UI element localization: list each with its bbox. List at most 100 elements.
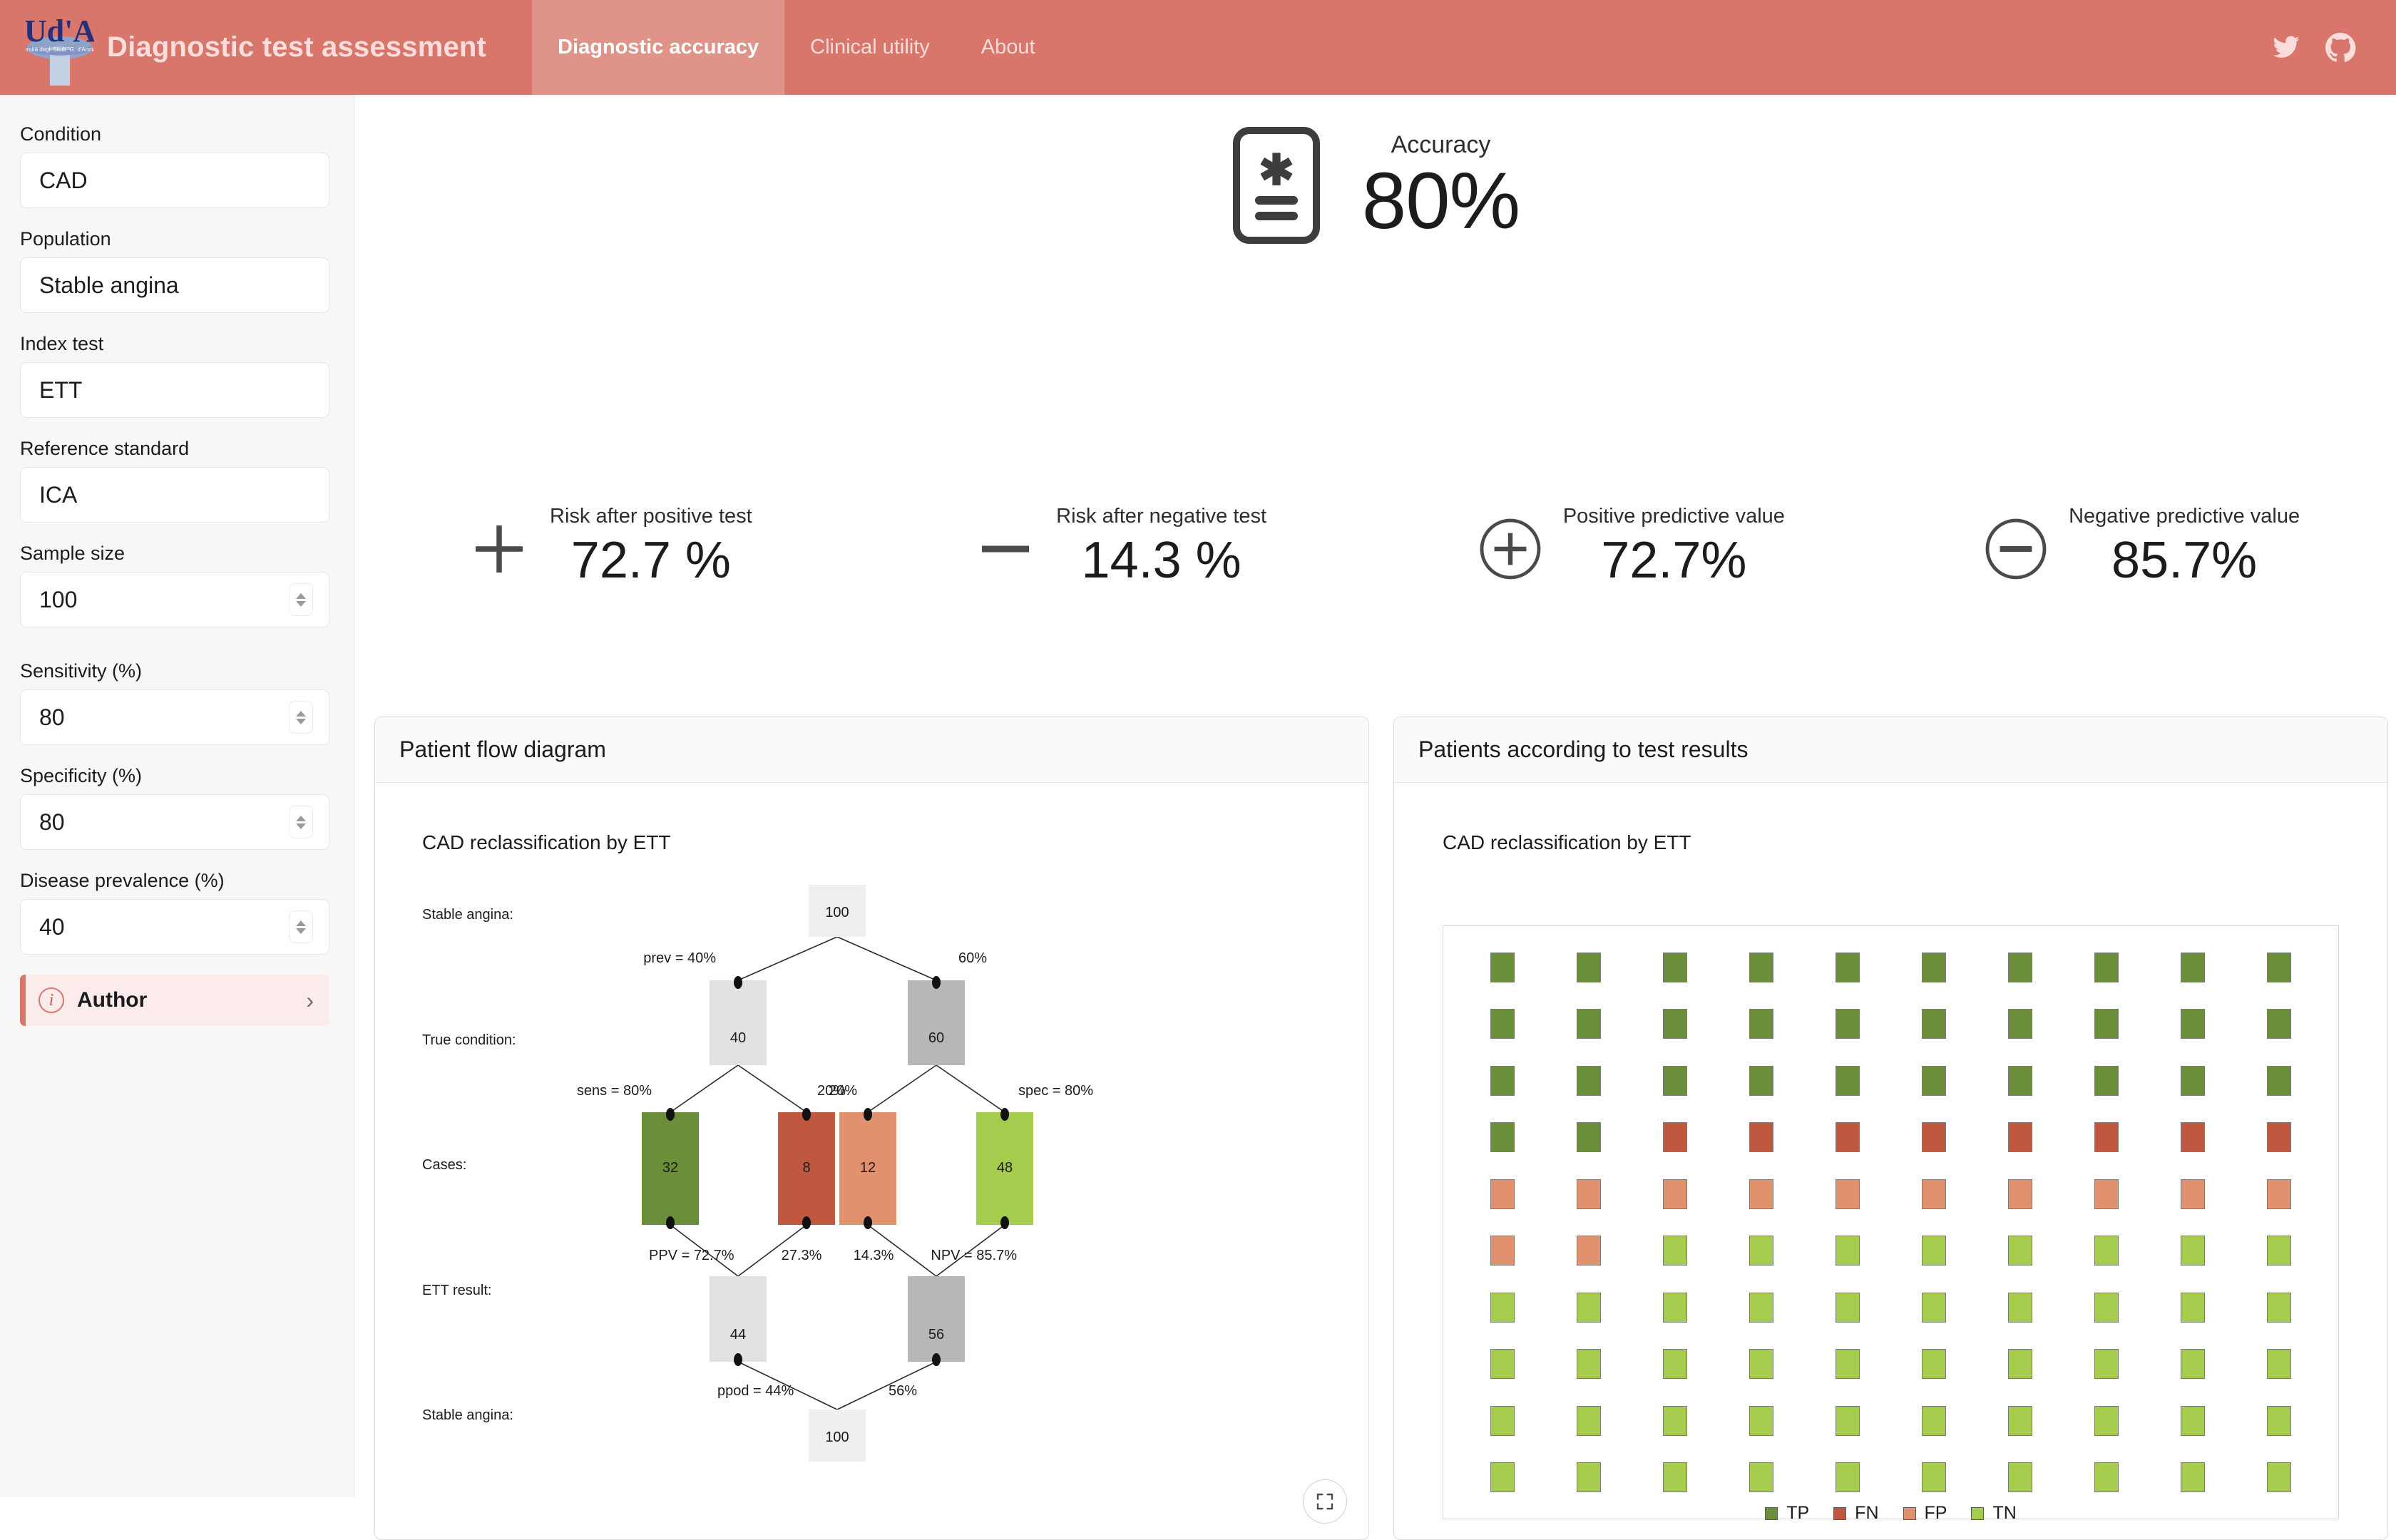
- expand-diagram-button[interactable]: [1303, 1479, 1347, 1524]
- waffle-square-tn: [1490, 1462, 1515, 1493]
- edge-label-spec-complement: 20%: [829, 1083, 857, 1099]
- waffle-square-tp: [1576, 1122, 1601, 1153]
- legend-item-fp: FP: [1903, 1503, 1947, 1524]
- waffle-square-tn: [1835, 1462, 1860, 1493]
- waffle-square-tp: [2181, 952, 2206, 982]
- waffle-square-tp: [1749, 1065, 1773, 1096]
- waffle-square-tp: [1662, 1009, 1687, 1040]
- waffle-cell: [1977, 1166, 2064, 1223]
- waffle-square-tn: [2267, 1236, 2292, 1266]
- waffle-cell: [1804, 1223, 1890, 1280]
- patient-flow-body: CAD reclassification by ETT Stable angin…: [375, 783, 1368, 1539]
- waffle-cell: [1718, 939, 1804, 996]
- university-logo: Ud'A Università degli Studi "G. d'Annunz…: [12, 9, 108, 87]
- waffle-square-tn: [2094, 1462, 2119, 1493]
- info-icon: i: [39, 987, 64, 1013]
- chevron-up-icon: [296, 710, 306, 717]
- edge-label-ppv-complement: 27.3%: [782, 1248, 822, 1263]
- waffle-cell: [1804, 1279, 1890, 1336]
- top-navbar: Ud'A Università degli Studi "G. d'Annunz…: [0, 0, 2396, 95]
- metric-label: Negative predictive value: [2069, 505, 2300, 528]
- legend-label: FN: [1855, 1503, 1879, 1523]
- waffle-square-tn: [1922, 1236, 1947, 1266]
- waffle-square-tp: [1835, 1065, 1860, 1096]
- test-report-icon: ✱: [1231, 125, 1322, 250]
- sensitivity-input[interactable]: 80: [20, 689, 329, 745]
- waffle-cell: [2064, 1392, 2150, 1449]
- panels: Patient flow diagram CAD reclassificatio…: [374, 717, 2388, 1540]
- waffle-square-tn: [1490, 1292, 1515, 1323]
- sample-size-stepper[interactable]: [289, 583, 313, 616]
- node-fn: 8: [802, 1160, 810, 1176]
- sensitivity-stepper[interactable]: [289, 701, 313, 734]
- waffle-square-fn: [1835, 1122, 1860, 1153]
- specificity-input[interactable]: 80: [20, 794, 329, 850]
- metric-negative-predictive-value: Negative predictive value 85.7%: [1885, 505, 2396, 592]
- disease-prevalence-input[interactable]: 40: [20, 899, 329, 955]
- tab-diagnostic-accuracy[interactable]: Diagnostic accuracy: [532, 0, 785, 95]
- node-tp: 32: [662, 1160, 678, 1176]
- legend-item-tn: TN: [1971, 1503, 2017, 1524]
- svg-text:✱: ✱: [1259, 146, 1294, 194]
- waffle-cell: [1718, 996, 1804, 1053]
- waffle-square-tp: [1490, 1122, 1515, 1153]
- field-index-test: Index test ETT: [20, 333, 329, 418]
- node-tn: 48: [997, 1160, 1013, 1176]
- edge-label-spec: spec = 80%: [1018, 1083, 1093, 1099]
- waffle-cell: [2064, 1223, 2150, 1280]
- legend-swatch-tp: [1765, 1506, 1778, 1520]
- population-input[interactable]: Stable angina: [20, 257, 329, 313]
- waffle-cell: [1890, 939, 1977, 996]
- waffle-square-tn: [1835, 1292, 1860, 1323]
- node-top-total: 100: [825, 905, 849, 920]
- author-label: Author: [77, 988, 148, 1012]
- github-icon[interactable]: [2325, 32, 2356, 63]
- waffle-cell: [2064, 1336, 2150, 1393]
- waffle-chart: [1443, 925, 2339, 1519]
- edge-label-prev: prev = 40%: [643, 950, 716, 966]
- waffle-square-tn: [1922, 1349, 1947, 1380]
- waffle-cell: [2236, 939, 2323, 996]
- reference-standard-input[interactable]: ICA: [20, 467, 329, 523]
- tab-clinical-utility[interactable]: Clinical utility: [784, 0, 956, 95]
- waffle-cell: [1718, 1336, 1804, 1393]
- legend-label: TP: [1786, 1503, 1810, 1523]
- waffle-cell: [1545, 1223, 1632, 1280]
- sidebar: Condition CAD Population Stable angina I…: [0, 95, 354, 1497]
- waffle-square-tn: [2267, 1462, 2292, 1493]
- waffle-cell: [1804, 1166, 1890, 1223]
- waffle-cell: [1632, 1052, 1718, 1109]
- disease-prevalence-stepper[interactable]: [289, 910, 313, 943]
- waffle-square-tn: [2267, 1349, 2292, 1380]
- author-panel-toggle[interactable]: i Author ›: [20, 975, 329, 1026]
- row-label-stable-angina-top: Stable angina:: [422, 907, 513, 923]
- waffle-square-tp: [2267, 952, 2292, 982]
- edge-label-ppod: ppod = 44%: [717, 1383, 794, 1399]
- specificity-stepper[interactable]: [289, 806, 313, 838]
- waffle-cell: [1632, 1449, 1718, 1506]
- waffle-square-tn: [1835, 1349, 1860, 1380]
- waffle-square-tn: [1576, 1292, 1601, 1323]
- waffle-cell: [1890, 1166, 1977, 1223]
- waffle-square-tp: [1835, 1009, 1860, 1040]
- waffle-square-tp: [1576, 952, 1601, 982]
- waffle-cell: [1977, 1279, 2064, 1336]
- edge-label-ppv: PPV = 72.7%: [649, 1248, 734, 1263]
- waffle-cell: [1545, 1279, 1632, 1336]
- waffle-square-fn: [2181, 1122, 2206, 1153]
- social-links: [2270, 0, 2396, 95]
- waffle-square-fp: [2181, 1179, 2206, 1209]
- legend-label: TN: [1992, 1503, 2017, 1523]
- waffle-cell: [1718, 1166, 1804, 1223]
- waffle-cell: [1890, 1392, 1977, 1449]
- sample-size-input[interactable]: 100: [20, 572, 329, 627]
- index-test-input[interactable]: ETT: [20, 362, 329, 418]
- waffle-square-tn: [1922, 1462, 1947, 1493]
- waffle-cell: [1459, 939, 1545, 996]
- tab-about[interactable]: About: [956, 0, 1061, 95]
- metric-value: 72.7 %: [570, 532, 731, 589]
- condition-input[interactable]: CAD: [20, 153, 329, 208]
- twitter-icon[interactable]: [2270, 34, 2302, 62]
- waffle-square-tp: [2181, 1009, 2206, 1040]
- expand-icon: [1316, 1493, 1333, 1510]
